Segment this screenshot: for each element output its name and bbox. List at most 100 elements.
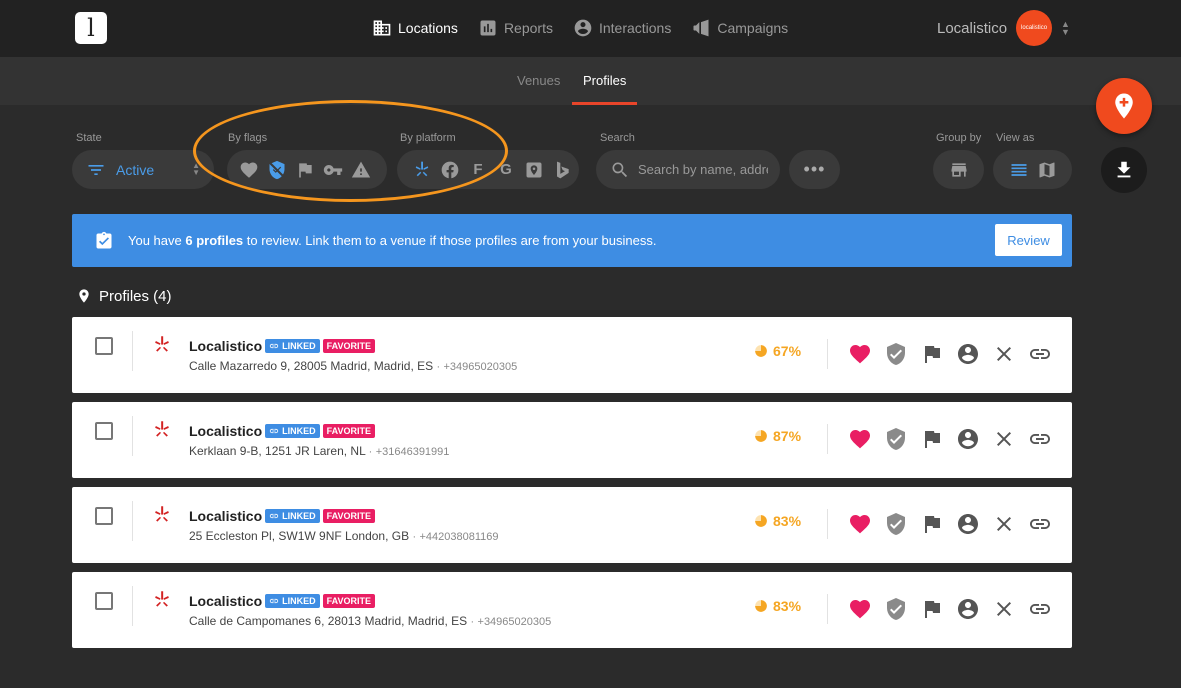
- profile-address: 25 Eccleston Pl, SW1W 9NF London, GB · +…: [189, 529, 499, 543]
- heart-icon[interactable]: [848, 427, 872, 451]
- flag-icon[interactable]: [920, 597, 944, 621]
- divider: [132, 416, 133, 456]
- more-filters-button[interactable]: •••: [789, 150, 840, 189]
- key-icon[interactable]: [323, 160, 343, 180]
- heart-icon[interactable]: [848, 512, 872, 536]
- verified-shield-icon[interactable]: [884, 427, 908, 451]
- flag-icon[interactable]: [295, 160, 315, 180]
- verified-shield-icon[interactable]: [884, 597, 908, 621]
- profile-title: Localistico LINKED FAVORITE: [189, 423, 375, 439]
- link-icon: [269, 513, 279, 519]
- link-icon: [269, 428, 279, 434]
- close-icon[interactable]: [992, 342, 1016, 366]
- state-filter-label: State: [76, 132, 102, 144]
- view-as-toggle: [993, 150, 1072, 189]
- user-circle-icon[interactable]: [956, 342, 980, 366]
- divider: [827, 509, 828, 539]
- profile-name[interactable]: Localistico: [189, 508, 262, 524]
- link-icon[interactable]: [1028, 427, 1052, 451]
- row-checkbox[interactable]: [95, 507, 113, 525]
- foursquare-icon[interactable]: F: [468, 161, 488, 178]
- flag-icon[interactable]: [920, 342, 944, 366]
- linked-badge: LINKED: [265, 424, 320, 438]
- add-location-button[interactable]: [1096, 78, 1152, 134]
- avatar: localistico: [1016, 10, 1053, 46]
- bing-icon[interactable]: [552, 160, 572, 180]
- profile-row[interactable]: Localistico LINKED FAVORITE Kerklaan 9-B…: [72, 402, 1072, 478]
- divider: [132, 586, 133, 626]
- sub-nav: Venues Profiles: [0, 57, 1181, 105]
- profile-name[interactable]: Localistico: [189, 593, 262, 609]
- account-switcher[interactable]: Localistico localistico ▲ ▼: [937, 10, 1070, 46]
- heart-icon[interactable]: [239, 160, 259, 180]
- close-icon[interactable]: [992, 512, 1016, 536]
- nav-label: Interactions: [598, 20, 672, 36]
- user-circle-icon: [574, 19, 592, 37]
- nav-interactions[interactable]: Interactions: [573, 16, 671, 40]
- list-view-icon[interactable]: [1009, 160, 1029, 180]
- verified-shield-icon[interactable]: [884, 342, 908, 366]
- profile-title: Localistico LINKED FAVORITE: [189, 593, 375, 609]
- download-icon: [1117, 161, 1131, 178]
- pie-score-icon: [755, 600, 767, 612]
- search-input[interactable]: [638, 162, 768, 177]
- verified-shield-icon[interactable]: [884, 512, 908, 536]
- yelp-logo-icon: [155, 336, 169, 352]
- row-checkbox[interactable]: [95, 422, 113, 440]
- tab-profiles[interactable]: Profiles: [572, 73, 638, 105]
- yelp-icon[interactable]: [412, 160, 432, 180]
- user-circle-icon[interactable]: [956, 427, 980, 451]
- top-bar: l Locations Reports Interactions Campaig…: [0, 0, 1181, 57]
- group-by-button[interactable]: [933, 150, 984, 189]
- download-button[interactable]: [1101, 147, 1147, 193]
- profile-title: Localistico LINKED FAVORITE: [189, 508, 375, 524]
- profile-name[interactable]: Localistico: [189, 338, 262, 354]
- nav-campaigns[interactable]: Campaigns: [691, 16, 788, 40]
- flag-icon[interactable]: [920, 427, 944, 451]
- row-checkbox[interactable]: [95, 592, 113, 610]
- yelp-logo-icon: [155, 421, 169, 437]
- linked-badge: LINKED: [265, 594, 320, 608]
- state-filter[interactable]: Active ▲ ▼: [72, 150, 214, 189]
- review-banner: You have 6 profiles to review. Link them…: [72, 214, 1072, 267]
- link-icon[interactable]: [1028, 512, 1052, 536]
- nav-label: Campaigns: [717, 20, 789, 36]
- row-actions: [848, 512, 1052, 536]
- app-logo[interactable]: l: [75, 12, 107, 44]
- profile-row[interactable]: Localistico LINKED FAVORITE 25 Eccleston…: [72, 487, 1072, 563]
- warning-icon[interactable]: [351, 160, 371, 180]
- user-circle-icon[interactable]: [956, 597, 980, 621]
- maps-pin-icon[interactable]: [524, 160, 544, 180]
- megaphone-icon: [693, 19, 709, 37]
- profile-row[interactable]: Localistico LINKED FAVORITE Calle Mazarr…: [72, 317, 1072, 393]
- view-as-label: View as: [996, 132, 1035, 144]
- map-view-icon[interactable]: [1037, 160, 1057, 180]
- link-icon[interactable]: [1028, 342, 1052, 366]
- profile-address: Calle Mazarredo 9, 28005 Madrid, Madrid,…: [189, 359, 518, 373]
- review-button[interactable]: Review: [995, 224, 1062, 256]
- bar-chart-icon: [480, 20, 496, 36]
- shield-off-icon[interactable]: [267, 160, 287, 180]
- google-icon[interactable]: G: [496, 161, 516, 178]
- divider: [132, 501, 133, 541]
- flag-icon[interactable]: [920, 512, 944, 536]
- location-pin-icon: [79, 289, 89, 303]
- tab-venues[interactable]: Venues: [517, 73, 560, 105]
- profile-name[interactable]: Localistico: [189, 423, 262, 439]
- profile-address: Kerklaan 9-B, 1251 JR Laren, NL · +31646…: [189, 444, 450, 458]
- nav-reports[interactable]: Reports: [478, 16, 553, 40]
- heart-icon[interactable]: [848, 342, 872, 366]
- nav-locations[interactable]: Locations: [372, 16, 458, 40]
- more-icon: •••: [803, 159, 826, 179]
- user-circle-icon[interactable]: [956, 512, 980, 536]
- main-nav: Locations Reports Interactions Campaigns: [372, 16, 788, 40]
- facebook-icon[interactable]: [440, 160, 460, 180]
- close-icon[interactable]: [992, 427, 1016, 451]
- profile-row[interactable]: Localistico LINKED FAVORITE Calle de Cam…: [72, 572, 1072, 648]
- profiles-count: Profiles (4): [99, 287, 172, 305]
- heart-icon[interactable]: [848, 597, 872, 621]
- flags-filter: [227, 150, 387, 189]
- link-icon[interactable]: [1028, 597, 1052, 621]
- close-icon[interactable]: [992, 597, 1016, 621]
- row-checkbox[interactable]: [95, 337, 113, 355]
